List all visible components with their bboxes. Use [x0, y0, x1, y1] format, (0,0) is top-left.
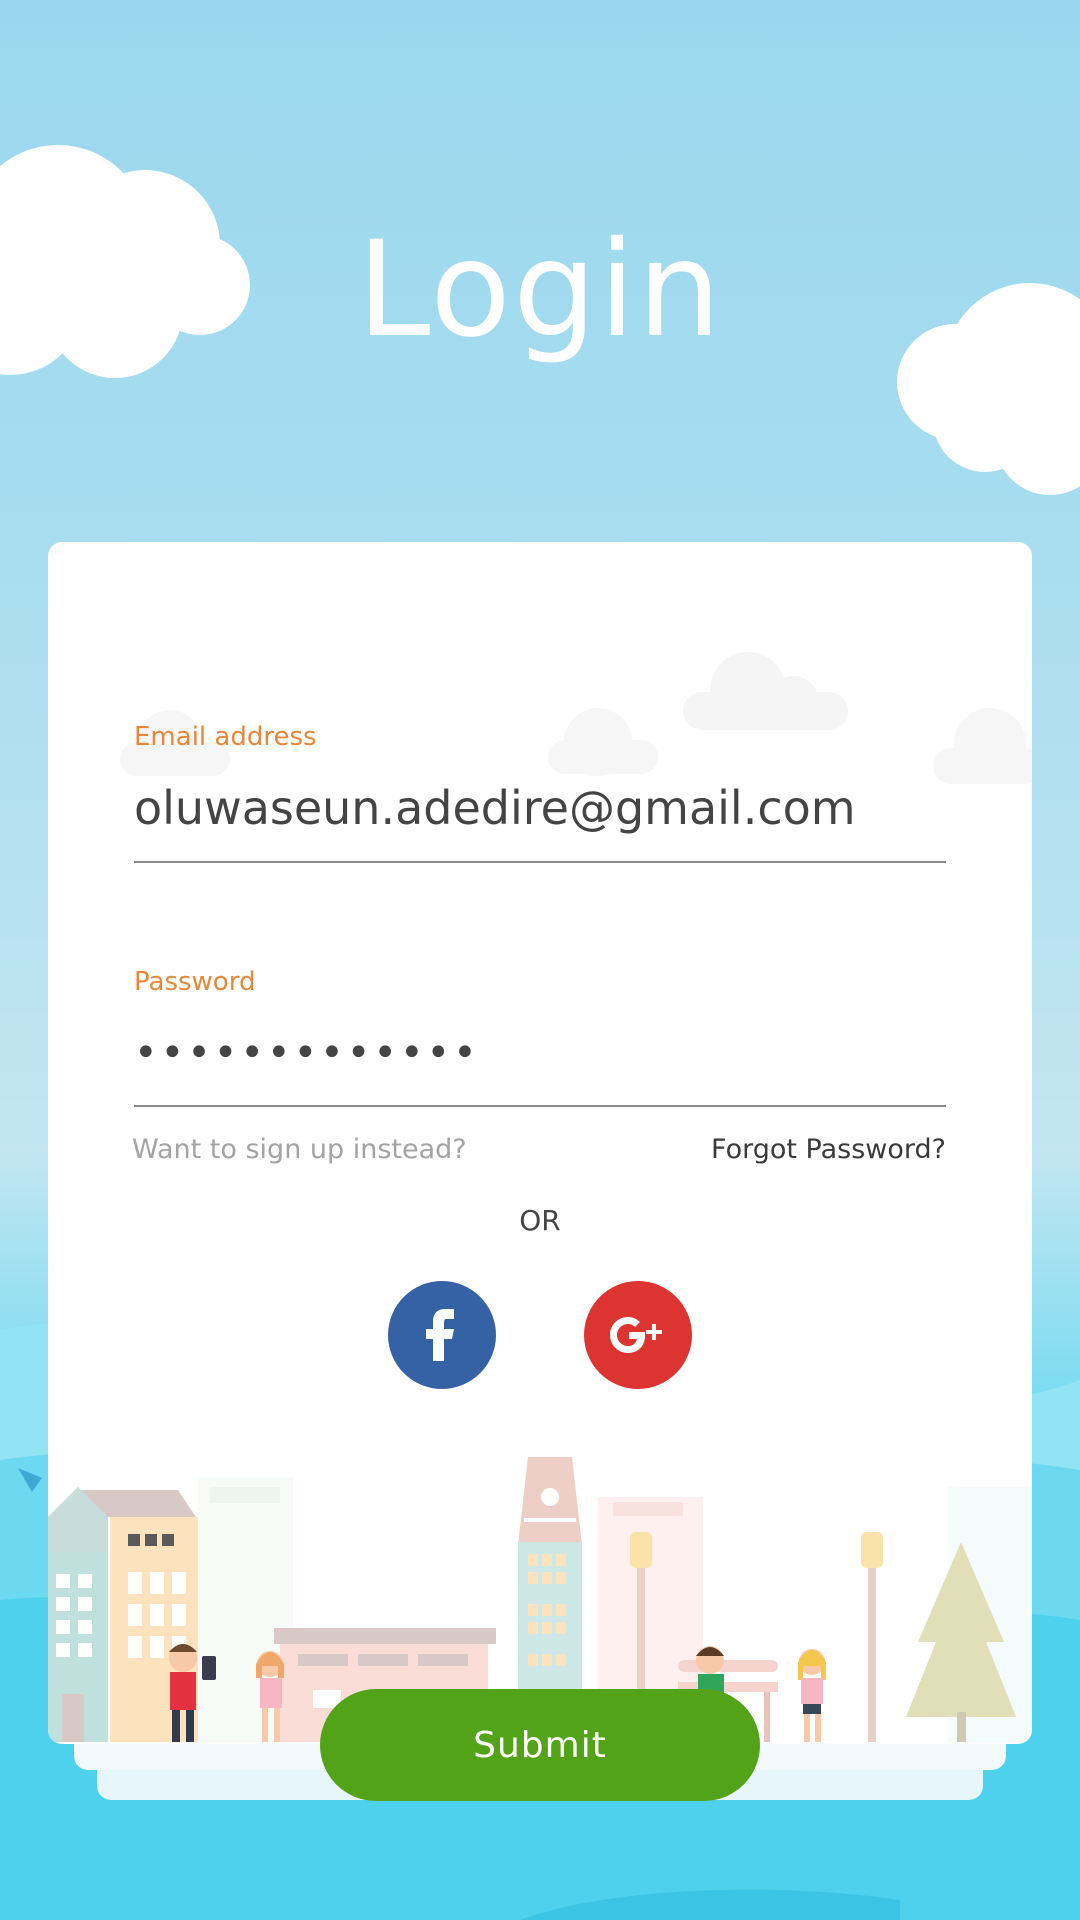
facebook-icon	[426, 1309, 454, 1361]
google-login-button[interactable]	[584, 1281, 692, 1389]
email-label: Email address	[134, 722, 317, 752]
email-underline	[134, 861, 946, 863]
password-field[interactable]: •••••••••••••	[134, 1030, 946, 1090]
card-cloud	[548, 708, 658, 776]
forgot-password-link[interactable]: Forgot Password?	[711, 1134, 946, 1165]
submit-button[interactable]: Submit	[320, 1689, 760, 1801]
card-cloud	[933, 708, 1032, 784]
facebook-login-button[interactable]	[388, 1281, 496, 1389]
password-label: Password	[134, 967, 256, 997]
email-field[interactable]	[134, 778, 946, 838]
signup-link[interactable]: Want to sign up instead?	[132, 1134, 467, 1165]
password-underline	[134, 1105, 946, 1107]
google-plus-icon	[610, 1317, 662, 1353]
card-cloud	[683, 652, 848, 730]
page-title: Login	[356, 213, 724, 367]
or-divider: OR	[519, 1204, 561, 1237]
person-figure	[798, 1649, 826, 1742]
